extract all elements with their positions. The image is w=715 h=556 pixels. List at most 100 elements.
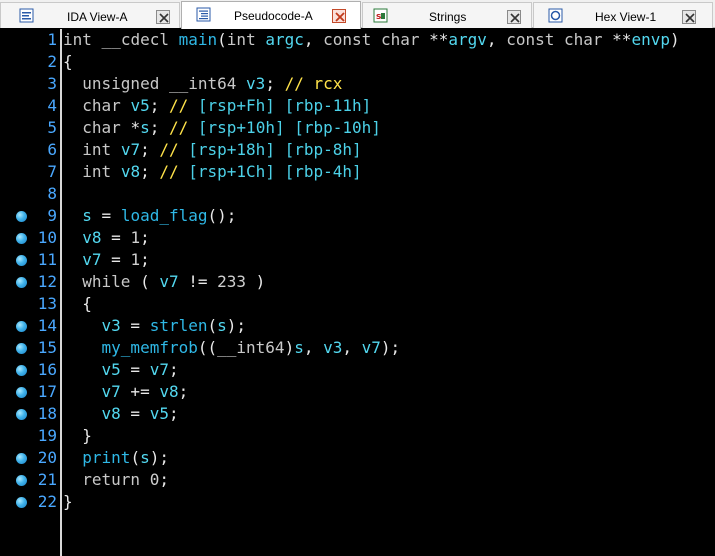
code-line[interactable]: int v8; // [rsp+1Ch] [rbp-4h] [63,161,362,183]
code-area[interactable]: int __cdecl main(int argc, const char **… [63,29,713,556]
code-line[interactable]: v8 = v5; [63,403,179,425]
gutter-line-11[interactable]: 11 [0,249,61,271]
tab-label: Hex View-1 [595,10,657,24]
code-line[interactable]: char *s; // [rsp+10h] [rbp-10h] [63,117,381,139]
line-number: 22 [37,492,57,511]
code-token: const [506,30,555,49]
gutter-line-21[interactable]: 21 [0,469,61,491]
code-line[interactable]: s = load_flag(); [63,205,236,227]
breakpoint-dot-icon[interactable] [16,497,27,508]
breakpoint-dot-icon[interactable] [16,387,27,398]
code-line[interactable]: v5 = v7; [63,359,179,381]
code-token: ); [149,448,169,467]
gutter-line-18[interactable]: 18 [0,403,61,425]
code-token: [rsp+Fh] [rbp-11h] [197,96,372,115]
close-icon[interactable] [156,10,170,24]
code-token: ; [140,162,160,181]
close-icon[interactable] [682,10,696,24]
code-line[interactable]: while ( v7 != 233 ) [63,271,265,293]
breakpoint-dot-icon[interactable] [16,211,27,222]
code-line[interactable]: { [63,51,73,73]
gutter-line-7[interactable]: 7 [0,161,61,183]
gutter-line-19[interactable]: 19 [0,425,61,447]
breakpoint-dot-icon[interactable] [16,365,27,376]
code-line[interactable]: } [63,425,92,447]
code-token: = [91,206,121,225]
gutter-line-5[interactable]: 5 [0,117,61,139]
code-token: char [82,96,121,115]
line-number: 14 [37,316,57,335]
code-token: v7 [159,272,179,291]
gutter-line-1[interactable]: 1 [0,29,61,51]
code-line[interactable]: } [63,491,73,513]
gutter-line-2[interactable]: 2 [0,51,61,73]
code-token: __cdecl [101,30,169,49]
code-line[interactable]: unsigned __int64 v3; // rcx [63,73,342,95]
pseudocode-editor[interactable]: 1 2 3 4 5 6 7 8 9 10 11 12 13 14 15 16 17 18 19 20 21 22 int … [0,29,715,556]
code-line[interactable]: my_memfrob((__int64)s, v3, v7); [63,337,401,359]
breakpoint-dot-icon[interactable] [16,453,27,464]
gutter-line-22[interactable]: 22 [0,491,61,513]
gutter-line-9[interactable]: 9 [0,205,61,227]
code-token: v7 [82,250,102,269]
breakpoint-dot-icon[interactable] [16,233,27,244]
code-token: [rsp+1Ch] [rbp-4h] [188,162,362,181]
gutter-line-13[interactable]: 13 [0,293,61,315]
gutter-line-12[interactable]: 12 [0,271,61,293]
gutter-line-10[interactable]: 10 [0,227,61,249]
gutter-line-20[interactable]: 20 [0,447,61,469]
close-icon[interactable] [332,9,346,23]
gutter-line-15[interactable]: 15 [0,337,61,359]
code-line[interactable]: v7 = 1; [63,249,149,271]
code-token: char [564,30,603,49]
gutter-line-16[interactable]: 16 [0,359,61,381]
line-number: 18 [37,404,57,423]
breakpoint-dot-icon[interactable] [16,409,27,420]
line-number: 13 [37,294,57,313]
line-number: 2 [47,52,57,71]
gutter-line-8[interactable]: 8 [0,183,61,205]
code-line[interactable]: v7 += v8; [63,381,189,403]
tab-bar: IDA View-A Pseudocode-A s Strings Hex Vi… [0,0,715,29]
line-number: 5 [47,118,57,137]
code-line[interactable]: v8 = 1; [63,227,150,249]
close-icon[interactable] [507,10,521,24]
code-line[interactable]: int v7; // [rsp+18h] [rbp-8h] [63,139,361,161]
code-token: ; [168,360,179,379]
code-line[interactable]: return 0; [63,469,169,491]
code-token: ; [140,228,150,247]
line-number: 16 [37,360,57,379]
code-line[interactable]: char v5; // [rsp+Fh] [rbp-11h] [63,95,371,117]
code-line[interactable]: int __cdecl main(int argc, const char **… [63,29,680,51]
code-line[interactable]: v3 = strlen(s); [63,315,247,337]
gutter-line-6[interactable]: 6 [0,139,61,161]
code-line[interactable]: { [63,293,92,315]
code-token: = [120,316,150,335]
breakpoint-dot-icon[interactable] [16,321,27,332]
code-token: = [101,228,131,247]
gutter-line-14[interactable]: 14 [0,315,61,337]
ida-view-icon [19,8,34,23]
gutter-line-17[interactable]: 17 [0,381,61,403]
tab-strings[interactable]: s Strings [362,2,532,28]
breakpoint-dot-icon[interactable] [16,475,27,486]
code-token: print [82,448,131,467]
tab-hex-view-1[interactable]: Hex View-1 [533,2,713,28]
gutter-line-4[interactable]: 4 [0,95,61,117]
code-token: ) [246,272,266,291]
breakpoint-dot-icon[interactable] [16,255,27,266]
line-number: 3 [47,74,57,93]
tab-pseudocode-a[interactable]: Pseudocode-A [181,1,361,29]
breakpoint-dot-icon[interactable] [16,343,27,354]
code-token: ; [168,404,179,423]
code-line[interactable]: print(s); [63,447,169,469]
code-token: __int64 [168,74,237,93]
gutter-line-3[interactable]: 3 [0,73,61,95]
tab-ida-view-a[interactable]: IDA View-A [0,2,180,28]
line-number: 1 [47,30,57,49]
breakpoint-dot-icon[interactable] [16,277,27,288]
